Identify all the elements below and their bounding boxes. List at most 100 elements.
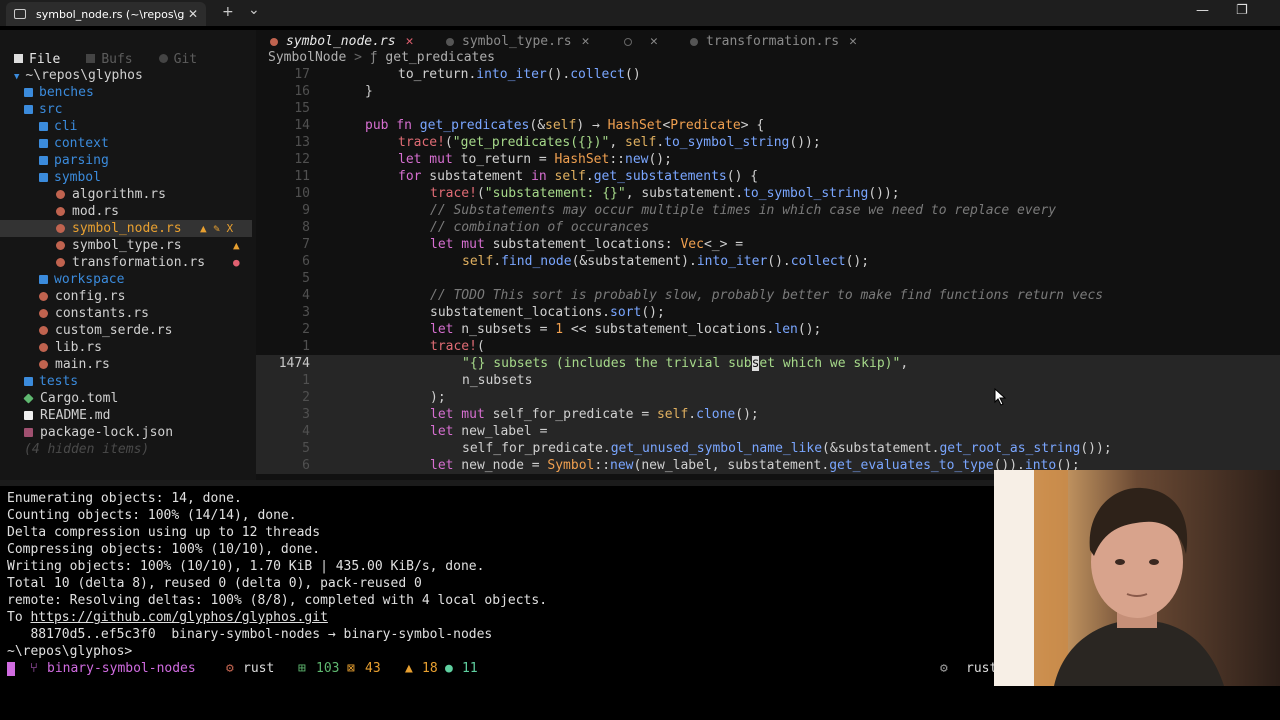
tree-item-constants[interactable]: constants.rs [0,305,252,322]
remote-url-link[interactable]: https://github.com/glyphos/glyphos.git [30,610,327,625]
rust-file-icon [39,326,48,335]
added-icon: ⊞ [298,661,306,676]
mode-indicator [7,662,15,676]
modified-dot-icon: ● [233,256,240,269]
tree-item-label: benches [39,85,94,100]
tree-item-symbol-type[interactable]: symbol_type.rs ▲ [0,237,252,254]
window-tab[interactable]: symbol_node.rs (~\repos\glyp ✕ [6,2,206,26]
tab-symbol-type[interactable]: symbol_type.rs ✕ [446,32,589,52]
tab-label: transformation.rs [706,34,840,49]
code-line: 3 let mut self_for_predicate = self.clone… [256,406,1280,423]
tree-item-algorithm[interactable]: algorithm.rs [0,186,252,203]
tree-item-label: symbol_type.rs [72,238,182,253]
line-number: 6 [302,458,310,473]
tree-item-main[interactable]: main.rs [0,356,252,373]
close-icon[interactable]: ✕ [582,34,590,49]
code-line: 15 [256,100,1280,117]
close-icon[interactable]: ✕ [849,34,857,49]
tab-transformation[interactable]: transformation.rs ✕ [690,32,857,52]
window-tab-close-button[interactable]: ✕ [188,7,198,21]
minimize-button[interactable]: — [1196,3,1209,18]
tab-dropdown-button[interactable]: ⌄ [248,2,260,18]
warning-icon: ▲ [233,239,240,252]
tab-symbol-node[interactable]: symbol_node.rs ✕ [270,32,413,52]
close-icon[interactable]: ✕ [406,34,414,49]
breadcrumb: SymbolNode > ƒ get_predicates [268,50,495,65]
tree-item-context[interactable]: context [0,135,252,152]
sidebar-tab-file[interactable]: File [14,52,60,67]
tree-item-mod[interactable]: mod.rs [0,203,252,220]
tree-item-cargo[interactable]: Cargo.toml [0,390,252,407]
maximize-button[interactable]: ❐ [1236,3,1248,18]
tree-item-readme[interactable]: README.md [0,407,252,424]
tab-unnamed[interactable]: ✕ [624,32,658,52]
folder-icon [14,53,23,63]
terminal-output-line: 88170d5..ef5c3f0 binary-symbol-nodes → b… [7,627,493,642]
buffer-icon [86,53,96,63]
tree-item-package-lock[interactable]: package-lock.json [0,424,252,441]
new-tab-button[interactable]: + [222,4,234,20]
tree-item-transformation[interactable]: transformation.rs ● [0,254,252,271]
tree-item-benches[interactable]: benches [0,84,252,101]
sidebar-tab-git[interactable]: Git [158,52,197,67]
code-line: 5 [256,270,1280,287]
tree-root-label: ~\repos\glyphos [25,68,143,83]
folder-open-icon [39,173,48,182]
code-line: 4 let new_label = [256,423,1280,440]
sidebar-tab-bufs[interactable]: Bufs [86,52,133,67]
tab-label: symbol_type.rs [462,34,572,49]
tree-item-lib[interactable]: lib.rs [0,339,252,356]
line-number: 2 [302,390,310,405]
rust-file-icon [270,37,278,46]
tree-item-label: package-lock.json [40,425,174,440]
tree-item-label: main.rs [55,357,110,372]
close-icon[interactable]: ✕ [650,34,658,49]
window-titlebar: symbol_node.rs (~\repos\glyp ✕ + ⌄ — ❐ [0,0,1280,26]
code-line: 9// Substatements may occur multiple tim… [256,202,1280,219]
tree-item-parsing[interactable]: parsing [0,152,252,169]
tree-item-cli[interactable]: cli [0,118,252,135]
tree-item-label: custom_serde.rs [55,323,173,338]
tree-item-label: tests [39,374,79,389]
code-line: 17 to_return.into_iter().collect() [256,66,1280,83]
language-indicator-right: rust [966,661,998,676]
tree-item-src[interactable]: src [0,101,252,118]
line-number: 3 [302,407,310,422]
settings-file-icon [624,37,632,46]
tree-item-label: src [39,102,63,117]
breadcrumb-item[interactable]: get_predicates [385,50,495,65]
code-editor[interactable]: symbol_node.rs ✕ symbol_type.rs ✕ ✕ transf… [256,30,1280,480]
line-number: 6 [302,254,310,269]
tree-item-custom-serde[interactable]: custom_serde.rs [0,322,252,339]
tree-item-label: symbol [54,170,101,185]
line-number: 3 [302,305,310,320]
tree-item-label: parsing [54,153,109,168]
editor-tabs: symbol_node.rs ✕ symbol_type.rs ✕ ✕ transf… [256,32,1280,52]
line-number: 2 [302,322,310,337]
hidden-items-note[interactable]: (4 hidden items) [0,441,252,458]
chevron-down-icon: ▼ [14,72,20,82]
breadcrumb-item[interactable]: SymbolNode [268,50,346,65]
tree-item-workspace[interactable]: workspace [0,271,252,288]
line-number: 1474 [278,356,310,371]
hint-count: 11 [462,661,478,676]
tree-item-label: cli [54,119,78,134]
code-line: 10 trace!("substatement: {}", substatemen… [256,185,1280,202]
terminal-output-line: Writing objects: 100% (10/10), 1.70 KiB … [7,559,485,574]
tree-root[interactable]: ▼ ~\repos\glyphos [0,67,252,84]
function-icon: ƒ [369,50,378,65]
line-number: 4 [302,424,310,439]
tree-item-config[interactable]: config.rs [0,288,252,305]
tree-item-symbol-node[interactable]: symbol_node.rs ▲ ✎ X [0,220,252,237]
tree-item-symbol[interactable]: symbol [0,169,252,186]
terminal-output-line: To https://github.com/glyphos/glyphos.gi… [7,609,328,626]
git-branch[interactable]: binary-symbol-nodes [47,660,196,678]
git-icon [158,53,168,63]
terminal-prompt[interactable]: ~\repos\glyphos> [7,643,132,660]
tree-item-tests[interactable]: tests [0,373,252,390]
editor-area: File Bufs Git ▼ ~\repos\glyphos benches s… [0,30,1280,480]
tree-item-label: workspace [54,272,125,287]
lines-modified-count: 43 [365,661,381,676]
code-line: 8// combination of occurances [256,219,1280,236]
tree-item-label: transformation.rs [72,255,206,270]
